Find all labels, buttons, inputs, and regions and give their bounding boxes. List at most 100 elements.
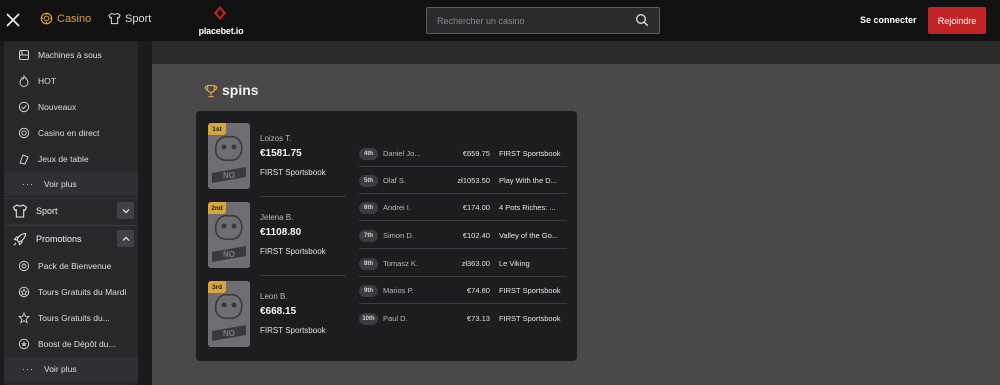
player-amount: €174.00 <box>462 203 490 212</box>
leaderboard-row[interactable]: 9th Marios P. €74.80 FIRST Sportsbook <box>359 277 567 304</box>
sidebar-item-label: Voir plus <box>44 179 77 189</box>
subheader-strip <box>152 41 1000 64</box>
leaderboard-card: NO 1st Loizos T. €1581.75 FIRST Sportsbo… <box>196 111 577 361</box>
leaderboard-row[interactable]: 6th Andrei I. €174.00 4 Pots Riches: ... <box>359 194 567 221</box>
podium-entry[interactable]: NO 1st Loizos T. €1581.75 FIRST Sportsbo… <box>208 123 346 203</box>
login-button[interactable]: Se connecter <box>860 15 917 25</box>
sidebar-item-label: Boost de Dépôt du... <box>38 339 116 349</box>
gift-icon <box>18 260 30 272</box>
rank-badge: 4th <box>359 147 378 160</box>
player-name: Tomasz K. <box>383 259 419 268</box>
star-icon <box>18 338 30 350</box>
rank-badge: 7th <box>359 229 378 242</box>
player-name: Andrei I. <box>383 203 411 212</box>
sidebar-section-sport[interactable]: Sport <box>4 199 138 223</box>
player-amount: €73.13 <box>467 314 490 323</box>
game-name[interactable]: FIRST Sportsbook <box>499 286 567 295</box>
placebet-logo[interactable]: placebet.io <box>198 5 244 37</box>
sidebar-section-promotions[interactable]: Promotions <box>4 227 138 251</box>
nav-casino[interactable]: Casino <box>40 12 91 25</box>
sidebar-casino-see-more[interactable]: ··· Voir plus <box>4 172 138 196</box>
game-name[interactable]: FIRST Sportsbook <box>260 247 326 256</box>
chevron-down-icon[interactable] <box>117 202 134 219</box>
live-chip-icon <box>18 127 30 139</box>
player-name: Leon B. <box>260 292 288 301</box>
search-input[interactable] <box>427 8 627 33</box>
player-amount: €668.15 <box>260 306 297 317</box>
rank-badge: 1st <box>208 123 226 135</box>
sidebar-item-hot[interactable]: HOT <box>4 69 138 93</box>
player-name: Loizos T. <box>260 134 292 143</box>
jersey-icon <box>12 204 28 218</box>
sidebar-item-label: Machines à sous <box>38 50 102 60</box>
rank-badge: 2nd <box>208 202 226 214</box>
sidebar-item-new[interactable]: Nouveaux <box>4 95 138 119</box>
player-name: Paul D. <box>383 314 408 323</box>
player-name: Simon D. <box>383 231 414 240</box>
sidebar-item-table-games[interactable]: Jeux de table <box>4 147 138 171</box>
sidebar-item-label: Jeux de table <box>38 154 89 164</box>
sidebar-item-label: Tours Gratuits du... <box>38 313 110 323</box>
sidebar-item-live-casino[interactable]: Casino en direct <box>4 121 138 145</box>
sidebar-item-welcome-pack[interactable]: Pack de Bienvenue <box>4 254 138 278</box>
join-button[interactable]: Rejoindre <box>928 7 986 34</box>
game-name[interactable]: Valley of the Go... <box>499 231 567 240</box>
nav-sport[interactable]: Sport <box>108 12 151 25</box>
game-thumbnail[interactable]: NO 2nd <box>208 202 250 268</box>
player-name: Marios P. <box>383 286 414 295</box>
close-icon[interactable] <box>6 11 20 29</box>
svg-text:NO: NO <box>223 329 235 338</box>
chevron-up-icon[interactable] <box>117 230 134 247</box>
sidebar-section-label: Promotions <box>36 234 82 244</box>
more-dots-icon: ··· <box>22 364 34 374</box>
more-dots-icon: ··· <box>22 179 34 189</box>
sidebar-item-tuesday-spins[interactable]: Tours Gratuits du Mardi <box>4 280 138 304</box>
leaderboard-row[interactable]: 7th Simon D. €102.40 Valley of the Go... <box>359 222 567 249</box>
player-amount: zł363.00 <box>461 259 490 268</box>
game-name[interactable]: FIRST Sportsbook <box>260 168 326 177</box>
sidebar-item-label: Voir plus <box>44 364 77 374</box>
table-games-icon <box>19 154 29 165</box>
search-box <box>426 7 660 34</box>
logo-mark-icon <box>214 6 226 20</box>
logo-text: placebet.io <box>198 26 244 36</box>
leaderboard-row[interactable]: 10th Paul D. €73.13 FIRST Sportsbook <box>359 305 567 332</box>
game-thumbnail[interactable]: NO 3rd <box>208 281 250 347</box>
leaderboard-row[interactable]: 8th Tomasz K. zł363.00 Le Viking <box>359 250 567 277</box>
player-name: Daniel Jo... <box>383 149 421 158</box>
sidebar-item-slots[interactable]: Machines à sous <box>4 43 138 67</box>
sidebar-section-label: Sport <box>36 206 58 216</box>
nav-casino-label: Casino <box>57 12 92 25</box>
game-name[interactable]: FIRST Sportsbook <box>260 326 326 335</box>
player-amount: €1581.75 <box>260 148 302 159</box>
sidebar-item-label: Tours Gratuits du Mardi <box>38 287 127 297</box>
game-thumbnail[interactable]: NO 1st <box>208 123 250 189</box>
jersey-icon <box>108 12 121 25</box>
player-name: Jelena B. <box>260 213 294 222</box>
casino-chip-icon <box>40 12 53 25</box>
game-name[interactable]: FIRST Sportsbook <box>499 149 567 158</box>
sidebar-item-deposit-boost[interactable]: Boost de Dépôt du... <box>4 332 138 356</box>
nav-sport-label: Sport <box>125 12 152 25</box>
leaderboard-row[interactable]: 4th Daniel Jo... €659.75 FIRST Sportsboo… <box>359 140 567 167</box>
trophy-icon <box>204 84 218 98</box>
sidebar-promo-see-more[interactable]: ··· Voir plus <box>4 357 138 381</box>
sidebar-item-label: Pack de Bienvenue <box>38 261 112 271</box>
sidebar-item-free-spins[interactable]: Tours Gratuits du... <box>4 306 138 330</box>
row-divider <box>359 248 567 249</box>
podium-entry[interactable]: NO 2nd Jelena B. €1108.80 FIRST Sportsbo… <box>208 202 346 282</box>
rank-badge: 9th <box>359 284 378 297</box>
game-name[interactable]: Le Viking <box>499 259 567 268</box>
game-name[interactable]: FIRST Sportsbook <box>499 314 567 323</box>
rank-badge: 5th <box>359 174 378 187</box>
sidebar: Machines à sous HOT Nouveaux Casino en d… <box>0 41 152 385</box>
spin-icon <box>18 286 30 298</box>
rank-badge: 3rd <box>208 281 226 293</box>
podium-divider <box>260 275 346 276</box>
podium-entry[interactable]: NO 3rd Leon B. €668.15 FIRST Sportsbook <box>208 281 346 361</box>
leaderboard-row[interactable]: 5th Olaf S. zł1053.50 Play With the D... <box>359 167 567 194</box>
sidebar-item-label: Nouveaux <box>38 102 77 112</box>
game-name[interactable]: Play With the D... <box>499 176 567 185</box>
game-name[interactable]: 4 Pots Riches: ... <box>499 203 567 212</box>
search-icon[interactable] <box>635 13 649 27</box>
